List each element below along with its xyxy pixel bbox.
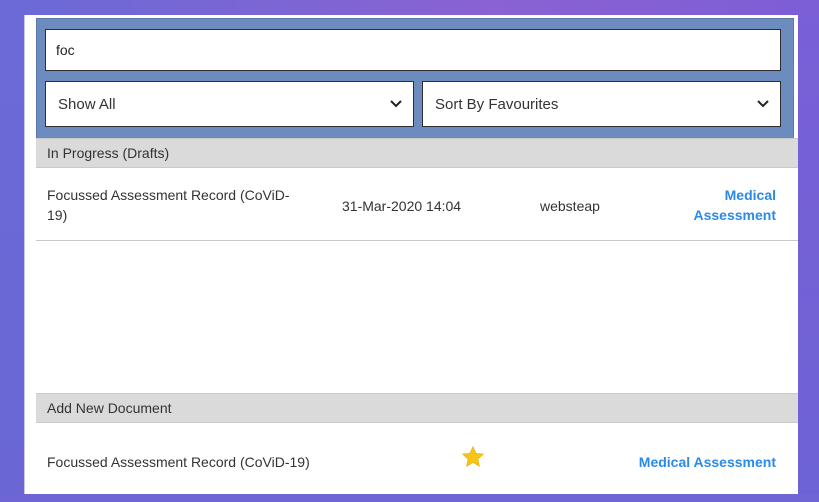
show-filter-value: Show All [58, 95, 116, 113]
sort-select[interactable]: Sort By Favourites [422, 81, 781, 127]
drafts-empty-space [36, 241, 798, 391]
add-new-section-title: Add New Document [47, 400, 172, 416]
drafts-section-title: In Progress (Drafts) [47, 145, 170, 161]
window-bottom-border [0, 494, 819, 502]
draft-category-link[interactable]: Medical Assessment [666, 185, 777, 225]
chevron-down-icon [389, 97, 403, 111]
sort-value: Sort By Favourites [435, 95, 559, 113]
new-document-title: Focussed Assessment Record (CoViD-19) [47, 454, 310, 470]
search-input[interactable] [45, 29, 781, 71]
chevron-down-icon [756, 97, 770, 111]
search-filter-area: Show All Sort By Favourites [36, 18, 794, 146]
draft-title: Focussed Assessment Record (CoViD-19) [47, 187, 290, 223]
show-filter-select[interactable]: Show All [45, 81, 414, 127]
draft-category-label: Medical Assessment [693, 187, 777, 223]
star-icon[interactable] [460, 444, 486, 470]
window-right-border [797, 0, 819, 502]
draft-user: websteap [540, 198, 600, 214]
add-new-section-header: Add New Document [36, 393, 798, 423]
draft-date: 31-Mar-2020 14:04 [342, 198, 462, 214]
document-panel: Show All Sort By Favourites In Progress … [24, 15, 798, 494]
draft-row[interactable]: Focussed Assessment Record (CoViD-19) 31… [36, 171, 798, 241]
window-left-border [0, 0, 24, 502]
new-document-row[interactable]: Focussed Assessment Record (CoViD-19) Me… [36, 428, 798, 488]
window-top-border [0, 0, 819, 15]
new-document-category-link[interactable]: Medical Assessment [639, 454, 776, 470]
drafts-section-header: In Progress (Drafts) [36, 138, 798, 168]
